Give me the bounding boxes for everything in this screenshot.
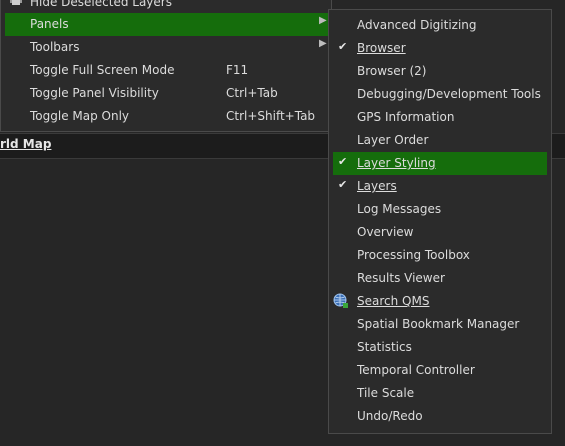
view-menu: Hide Deselected Layers Panels ▶ Toolbars… (0, 0, 332, 132)
panel-item-label: Debugging/Development Tools (357, 87, 541, 101)
panel-item-label: Browser (2) (357, 64, 427, 78)
submenu-arrow-icon: ▶ (319, 15, 327, 26)
panel-item-label: Undo/Redo (357, 409, 423, 423)
panel-item-log-messages[interactable]: Log Messages (333, 198, 547, 221)
map-canvas-title: rld Map (0, 137, 52, 151)
panel-item-browser[interactable]: ✔ Browser (333, 37, 547, 60)
menu-item-toggle-map-only[interactable]: Toggle Map Only Ctrl+Shift+Tab (5, 105, 331, 128)
panel-item-label: GPS Information (357, 110, 455, 124)
menu-item-label: Toggle Panel Visibility (30, 86, 159, 100)
panel-item-label: Search QMS (357, 294, 430, 308)
menu-item-label: Panels (30, 17, 69, 31)
menu-item-toggle-panel-visibility[interactable]: Toggle Panel Visibility Ctrl+Tab (5, 82, 331, 105)
panel-item-label: Results Viewer (357, 271, 445, 285)
panel-item-label: Processing Toolbox (357, 248, 470, 262)
panel-item-label: Log Messages (357, 202, 442, 216)
panel-item-temporal-controller[interactable]: Temporal Controller (333, 359, 547, 382)
submenu-arrow-icon: ▶ (319, 38, 327, 49)
panel-item-processing-toolbox[interactable]: Processing Toolbox (333, 244, 547, 267)
check-icon: ✔ (338, 155, 348, 168)
panel-item-label: Layer Styling (357, 156, 436, 170)
panel-item-overview[interactable]: Overview (333, 221, 547, 244)
panels-submenu: Advanced Digitizing ✔ Browser Browser (2… (328, 9, 552, 434)
panel-item-label: Advanced Digitizing (357, 18, 477, 32)
menu-item-shortcut: Ctrl+Tab (226, 86, 278, 100)
panel-item-label: Tile Scale (357, 386, 415, 400)
panel-item-label: Browser (357, 41, 406, 55)
panel-item-search-qms[interactable]: Search QMS (333, 290, 547, 313)
menu-item-toggle-full-screen[interactable]: Toggle Full Screen Mode F11 (5, 59, 331, 82)
panel-item-advanced-digitizing[interactable]: Advanced Digitizing (333, 14, 547, 37)
panel-item-browser-2[interactable]: Browser (2) (333, 60, 547, 83)
panel-item-statistics[interactable]: Statistics (333, 336, 547, 359)
panel-item-layers[interactable]: ✔ Layers (333, 175, 547, 198)
panel-item-label: Layers (357, 179, 397, 193)
panel-item-label: Statistics (357, 340, 412, 354)
layers-icon (10, 0, 22, 5)
panel-item-layer-order[interactable]: Layer Order (333, 129, 547, 152)
panel-item-label: Spatial Bookmark Manager (357, 317, 520, 331)
app-window: rld Map Hide Deselected Layers Panels ▶ … (0, 0, 565, 446)
panel-item-gps-information[interactable]: GPS Information (333, 106, 547, 129)
panel-item-layer-styling[interactable]: ✔ Layer Styling (333, 152, 547, 175)
panel-item-label: Overview (357, 225, 414, 239)
menu-item-label: Toggle Full Screen Mode (30, 63, 175, 77)
globe-search-icon (333, 293, 348, 308)
menu-item-shortcut: Ctrl+Shift+Tab (226, 109, 316, 123)
panel-item-debugging-tools[interactable]: Debugging/Development Tools (333, 83, 547, 106)
menu-item-panels[interactable]: Panels ▶ (5, 13, 331, 36)
panel-item-spatial-bookmark-manager[interactable]: Spatial Bookmark Manager (333, 313, 547, 336)
panel-item-label: Layer Order (357, 133, 429, 147)
menu-item-shortcut: F11 (226, 63, 249, 77)
menu-item-label: Toggle Map Only (30, 109, 130, 123)
check-icon: ✔ (338, 40, 348, 53)
panel-item-undo-redo[interactable]: Undo/Redo (333, 405, 547, 428)
panel-item-tile-scale[interactable]: Tile Scale (333, 382, 547, 405)
menu-item-toolbars[interactable]: Toolbars ▶ (5, 36, 331, 59)
panel-item-label: Temporal Controller (357, 363, 475, 377)
menu-item-label: Toolbars (30, 40, 80, 54)
check-icon: ✔ (338, 178, 348, 191)
panel-item-results-viewer[interactable]: Results Viewer (333, 267, 547, 290)
menu-item-label: Hide Deselected Layers (30, 0, 172, 9)
